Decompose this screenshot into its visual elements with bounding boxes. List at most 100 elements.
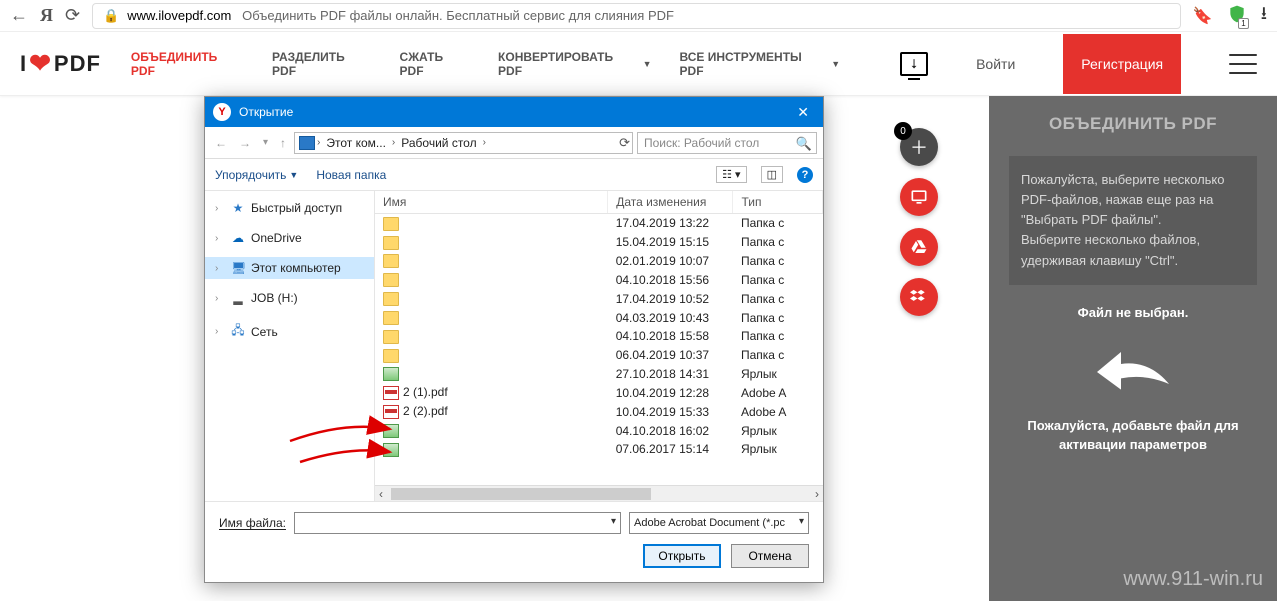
organize-menu[interactable]: Упорядочить ▼ (215, 168, 298, 182)
browser-right-icons: 🔖 1 ⭳ (1193, 1, 1267, 31)
main-nav: ОБЪЕДИНИТЬ PDF РАЗДЕЛИТЬ PDF СЖАТЬ PDF К… (131, 50, 840, 78)
bookmark-icon[interactable]: 🔖 (1193, 6, 1213, 26)
site-header: I ❤ PDF ОБЪЕДИНИТЬ PDF РАЗДЕЛИТЬ PDF СЖА… (0, 32, 1277, 96)
logo-text-i: I (20, 51, 27, 77)
shortcut-icon (383, 424, 399, 438)
folder-icon (383, 236, 399, 250)
nav-up-button[interactable]: ↑ (276, 136, 290, 150)
search-icon: 🔍 (796, 136, 812, 152)
file-list: Имя Дата изменения Тип 17.04.2019 13:22П… (375, 191, 823, 501)
path-segment-pc[interactable]: Этот ком... (322, 136, 390, 150)
file-row[interactable]: 04.03.2019 10:43Папка с (375, 308, 823, 327)
folder-icon (383, 330, 399, 344)
panel-title: ОБЪЕДИНИТЬ PDF (1009, 114, 1257, 134)
menu-button[interactable] (1229, 54, 1257, 74)
yandex-app-icon: Y (213, 103, 231, 121)
yandex-logo-icon[interactable]: Я (40, 5, 53, 26)
merge-side-panel: ОБЪЕДИНИТЬ PDF Пожалуйста, выберите неск… (989, 96, 1277, 601)
folder-icon (383, 292, 399, 306)
caret-down-icon: ▼ (831, 59, 840, 69)
dropbox-upload-button[interactable] (900, 278, 938, 316)
file-row[interactable]: 2 (1).pdf10.04.2019 12:28Adobe A (375, 383, 823, 402)
path-bar[interactable]: › Этот ком... › Рабочий стол › ⟳ (294, 132, 633, 154)
dialog-title-text: Открытие (239, 105, 293, 119)
folder-icon (383, 217, 399, 231)
col-type[interactable]: Тип (733, 191, 823, 214)
back-arrow-icon (1009, 338, 1257, 398)
reload-button[interactable]: ⟳ (65, 5, 80, 26)
new-folder-button[interactable]: Новая папка (316, 168, 386, 182)
view-options-button[interactable]: ☷ ▾ (716, 166, 746, 183)
desktop-download-icon[interactable]: ⭣ (900, 52, 928, 76)
device-upload-button[interactable] (900, 178, 938, 216)
file-row[interactable]: 15.04.2019 15:15Папка с (375, 233, 823, 252)
file-row[interactable]: 17.04.2019 13:22Папка с (375, 214, 823, 233)
search-input[interactable]: Поиск: Рабочий стол 🔍 (637, 132, 817, 154)
login-button[interactable]: Войти (958, 34, 1033, 94)
col-date[interactable]: Дата изменения (608, 191, 733, 214)
refresh-button[interactable]: ⟳ (619, 135, 630, 151)
tree-this-pc[interactable]: ›🖥Этот компьютер (205, 257, 374, 279)
dialog-nav: ← → ▾ ↑ › Этот ком... › Рабочий стол › ⟳… (205, 127, 823, 159)
filename-input[interactable] (294, 512, 621, 534)
file-row[interactable]: 04.10.2018 15:56Папка с (375, 270, 823, 289)
dialog-footer: Имя файла: Adobe Acrobat Document (*.pc … (205, 501, 823, 582)
tree-job-drive[interactable]: ›▂JOB (H:) (205, 287, 374, 309)
pc-icon (299, 136, 315, 150)
pdf-icon (383, 386, 399, 400)
path-segment-desktop[interactable]: Рабочий стол (397, 136, 480, 150)
file-row[interactable]: 17.04.2019 10:52Папка с (375, 289, 823, 308)
panel-help-box: Пожалуйста, выберите несколько PDF-файло… (1009, 156, 1257, 285)
dialog-toolbar: Упорядочить ▼ Новая папка ☷ ▾ ◫ ? (205, 159, 823, 191)
file-row[interactable]: 2 (2).pdf10.04.2019 15:33Adobe A (375, 402, 823, 421)
nav-compress[interactable]: СЖАТЬ PDF (400, 50, 471, 78)
preview-pane-button[interactable]: ◫ (761, 166, 783, 183)
file-row[interactable]: 04.10.2018 15:58Папка с (375, 327, 823, 346)
nav-recent-button[interactable]: ▾ (259, 137, 272, 148)
nav-back-button[interactable]: ← (211, 136, 231, 150)
nav-split[interactable]: РАЗДЕЛИТЬ PDF (272, 50, 372, 78)
downloads-icon[interactable]: ⭳ (1261, 1, 1267, 31)
nav-forward-button[interactable]: → (235, 136, 255, 150)
file-row[interactable]: 07.06.2017 15:14Ярлык (375, 440, 823, 459)
gdrive-upload-button[interactable] (900, 228, 938, 266)
file-count-badge: 0 (894, 122, 912, 140)
help-button[interactable]: ? (797, 167, 813, 183)
site-logo[interactable]: I ❤ PDF (20, 48, 101, 79)
nav-merge[interactable]: ОБЪЕДИНИТЬ PDF (131, 50, 244, 78)
heart-icon: ❤ (29, 48, 52, 79)
watermark: www.911-win.ru (1123, 568, 1263, 591)
close-button[interactable]: ✕ (791, 104, 815, 121)
url-text: www.ilovepdf.com Объединить PDF файлы он… (127, 8, 674, 23)
folder-icon (383, 311, 399, 325)
back-button[interactable]: ← (10, 5, 28, 26)
add-local-button[interactable]: ＋0 (900, 128, 938, 166)
pdf-icon (383, 405, 399, 419)
folder-icon (383, 349, 399, 363)
file-row[interactable]: 02.01.2019 10:07Папка с (375, 252, 823, 271)
lock-icon: 🔒 (103, 8, 119, 24)
register-button[interactable]: Регистрация (1063, 34, 1181, 94)
tree-quick-access[interactable]: ›★Быстрый доступ (205, 197, 374, 219)
file-row[interactable]: 04.10.2018 16:02Ярлык (375, 421, 823, 440)
tree-onedrive[interactable]: ›☁OneDrive (205, 227, 374, 249)
filename-label: Имя файла: (219, 516, 286, 530)
dialog-titlebar[interactable]: Y Открытие ✕ (205, 97, 823, 127)
nav-convert[interactable]: КОНВЕРТИРОВАТЬ PDF▼ (498, 50, 652, 78)
horizontal-scrollbar[interactable]: ‹ › (375, 485, 823, 501)
logo-text-pdf: PDF (54, 51, 101, 77)
nav-all[interactable]: ВСЕ ИНСТРУМЕНТЫ PDF▼ (680, 50, 841, 78)
file-row[interactable]: 06.04.2019 10:37Папка с (375, 346, 823, 365)
filetype-select[interactable]: Adobe Acrobat Document (*.pc (629, 512, 809, 534)
address-bar[interactable]: 🔒 www.ilovepdf.com Объединить PDF файлы … (92, 3, 1181, 29)
panel-help-line1: Пожалуйста, выберите несколько PDF-файло… (1021, 170, 1245, 230)
cancel-button[interactable]: Отмена (731, 544, 809, 568)
caret-down-icon: ▼ (643, 59, 652, 69)
col-name[interactable]: Имя (375, 191, 608, 214)
file-row[interactable]: 27.10.2018 14:31Ярлык (375, 365, 823, 384)
tree-network[interactable]: ›🖧Сеть (205, 317, 374, 346)
search-placeholder: Поиск: Рабочий стол (644, 136, 759, 150)
adblock-icon[interactable]: 1 (1227, 4, 1247, 27)
open-button[interactable]: Открыть (643, 544, 721, 568)
folder-icon (383, 273, 399, 287)
